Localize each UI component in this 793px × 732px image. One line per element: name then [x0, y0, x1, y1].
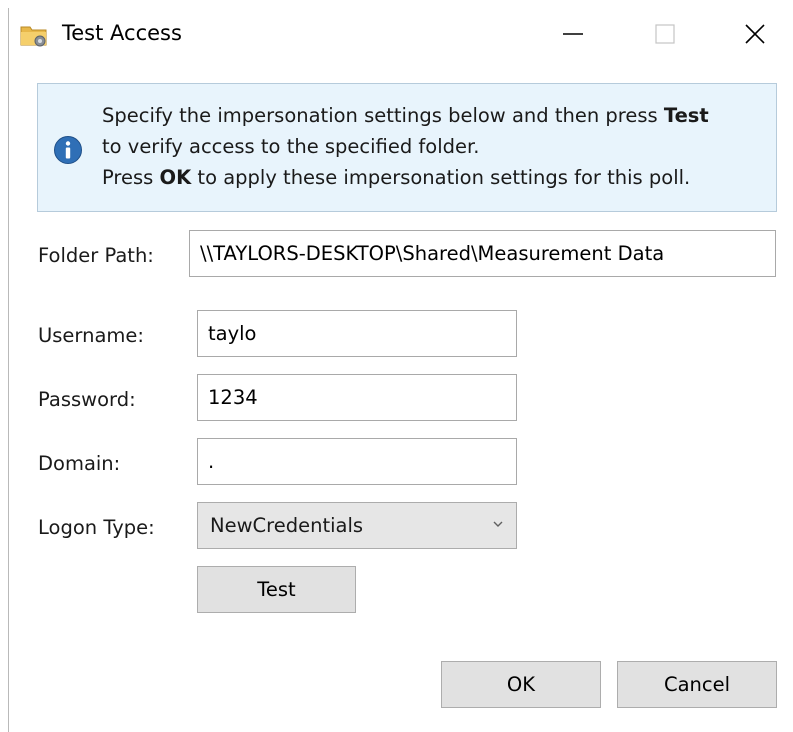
logon-type-select[interactable]: NewCredentials [197, 502, 517, 549]
close-icon [745, 24, 765, 44]
username-label: Username: [38, 324, 144, 347]
folder-path-value: \\TAYLORS-DESKTOP\Shared\Measurement Dat… [200, 242, 665, 265]
password-value: 1234 [208, 386, 258, 409]
folder-path-input[interactable]: \\TAYLORS-DESKTOP\Shared\Measurement Dat… [189, 230, 776, 277]
logon-type-label: Logon Type: [38, 516, 155, 539]
test-button-label: Test [257, 578, 296, 601]
minimize-icon [563, 33, 583, 35]
info-line3-prefix: Press [102, 166, 160, 189]
minimize-button[interactable] [549, 16, 597, 52]
chevron-down-icon [493, 521, 503, 527]
folder-gear-icon [20, 26, 47, 47]
cancel-button[interactable]: Cancel [617, 661, 777, 708]
test-button[interactable]: Test [197, 566, 356, 613]
password-label: Password: [38, 388, 136, 411]
info-line3-suffix: to apply these impersonation settings fo… [191, 166, 691, 189]
cancel-button-label: Cancel [663, 673, 731, 696]
info-message: Specify the impersonation settings below… [102, 100, 709, 193]
maximize-button[interactable] [641, 16, 689, 52]
logon-type-value: NewCredentials [210, 514, 364, 537]
ok-button-label: OK [506, 673, 536, 696]
domain-value: . [208, 450, 215, 473]
close-button[interactable] [731, 16, 779, 52]
info-icon [54, 136, 82, 164]
info-line2: to verify access to the specified folder… [102, 135, 480, 158]
username-value: taylo [208, 322, 257, 345]
info-panel: Specify the impersonation settings below… [37, 83, 777, 212]
ok-button[interactable]: OK [441, 661, 601, 708]
test-access-dialog: Test Access Specify the impersonation se… [8, 8, 793, 732]
folder-path-label: Folder Path: [38, 244, 154, 267]
maximize-icon [655, 24, 675, 44]
window-title: Test Access [62, 21, 182, 45]
domain-input[interactable]: . [197, 438, 517, 485]
username-input[interactable]: taylo [197, 310, 517, 357]
domain-label: Domain: [38, 452, 121, 475]
password-input[interactable]: 1234 [197, 374, 517, 421]
info-line1: Specify the impersonation settings below… [102, 104, 664, 127]
info-test-keyword: Test [663, 104, 709, 127]
info-ok-keyword: OK [159, 166, 192, 189]
title-bar[interactable]: Test Access [9, 8, 793, 60]
